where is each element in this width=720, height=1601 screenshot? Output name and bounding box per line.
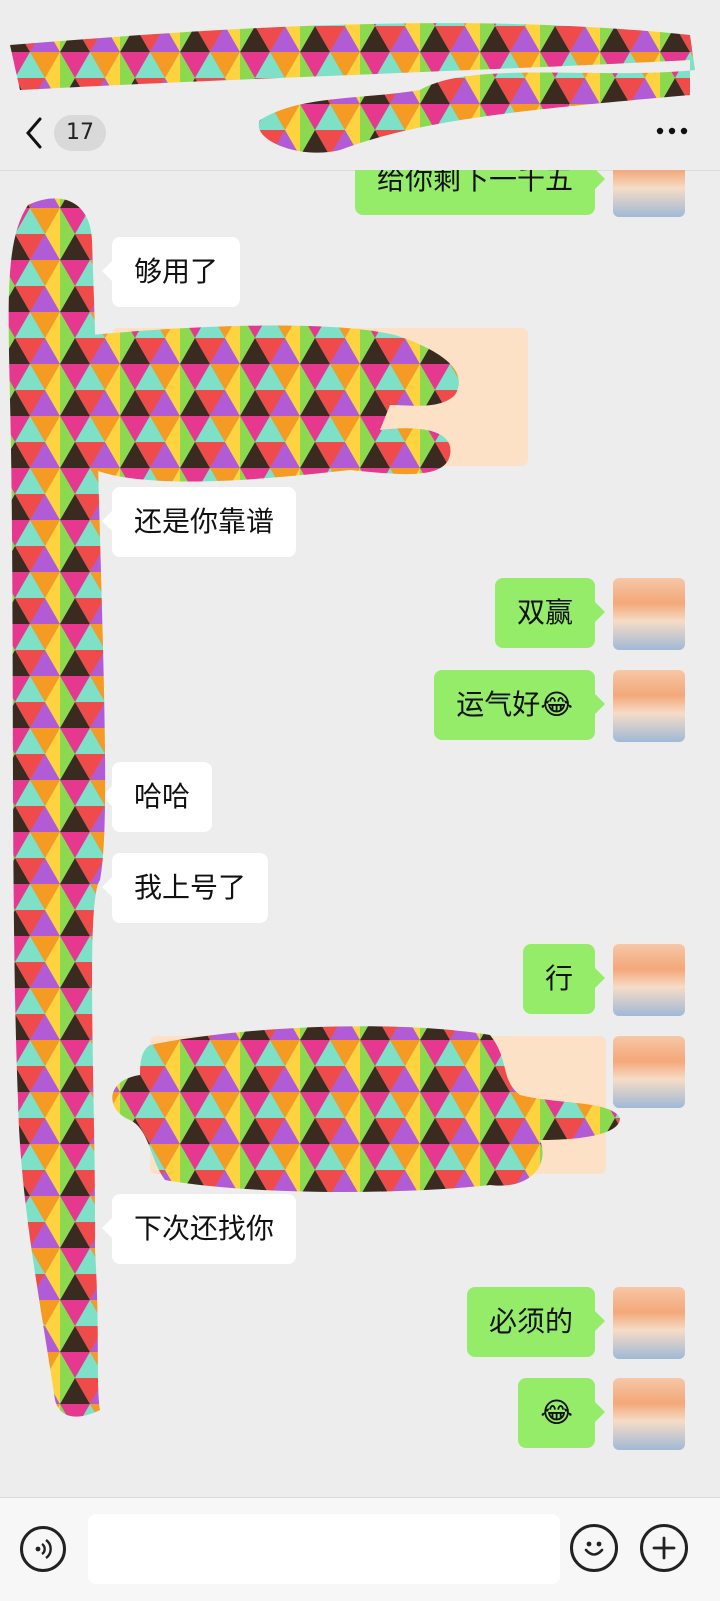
message-row: 必须的 xyxy=(0,1287,720,1377)
chevron-left-icon xyxy=(26,117,42,149)
plus-icon xyxy=(652,1536,676,1560)
message-row: 哈哈 xyxy=(0,762,720,852)
voice-button[interactable] xyxy=(20,1526,66,1572)
avatar[interactable] xyxy=(613,170,685,217)
message-row: 行 xyxy=(0,944,720,1034)
message-bubble[interactable]: 😂 xyxy=(518,1378,605,1448)
message-bubble[interactable]: 够用了 xyxy=(101,237,241,307)
message-row: 运气好😂 xyxy=(0,670,720,760)
message-bubble[interactable]: 双赢 xyxy=(494,578,606,648)
emoji-button[interactable] xyxy=(570,1524,618,1572)
message-row: 给你剩下一千五 xyxy=(0,170,720,235)
message-bubble[interactable]: 我上号了 xyxy=(101,853,269,923)
smiley-icon xyxy=(584,1541,604,1556)
message-row: 够用了 xyxy=(0,237,720,327)
status-area xyxy=(0,0,720,70)
message-row: 还是你靠谱 xyxy=(0,487,720,577)
message-input[interactable] xyxy=(88,1514,560,1584)
message-list[interactable]: 给你剩下一千五 够用了 还是你靠谱 双赢 运气好😂 哈哈 我上号了 行 下次还找… xyxy=(0,170,720,1497)
avatar[interactable] xyxy=(613,670,685,742)
back-button[interactable]: 17 xyxy=(22,108,112,158)
message-bubble[interactable]: 还是你靠谱 xyxy=(101,487,297,557)
message-bubble[interactable]: 哈哈 xyxy=(101,762,213,832)
input-bar xyxy=(0,1497,720,1601)
message-bubble[interactable]: 行 xyxy=(522,944,606,1014)
message-bubble[interactable]: 下次还找你 xyxy=(101,1194,297,1264)
avatar[interactable] xyxy=(613,1036,685,1108)
avatar[interactable] xyxy=(613,944,685,1016)
more-dots-icon xyxy=(656,127,688,135)
avatar[interactable] xyxy=(613,578,685,650)
message-row: 双赢 xyxy=(0,578,720,668)
avatar[interactable] xyxy=(613,1287,685,1359)
message-row: 😂 xyxy=(0,1378,720,1468)
voice-icon xyxy=(35,1539,52,1559)
avatar[interactable] xyxy=(613,1378,685,1450)
more-options-button[interactable] xyxy=(652,116,692,146)
plus-button[interactable] xyxy=(640,1524,688,1572)
unread-count-badge: 17 xyxy=(54,115,106,151)
message-bubble[interactable]: 运气好😂 xyxy=(434,670,605,740)
message-row: 下次还找你 xyxy=(0,1194,720,1284)
message-bubble[interactable]: 必须的 xyxy=(466,1287,606,1357)
message-row: 我上号了 xyxy=(0,853,720,943)
redacted-message xyxy=(112,328,528,466)
chat-header: 17 xyxy=(0,70,720,171)
message-bubble[interactable]: 给你剩下一千五 xyxy=(354,170,606,215)
redacted-message xyxy=(150,1036,606,1174)
